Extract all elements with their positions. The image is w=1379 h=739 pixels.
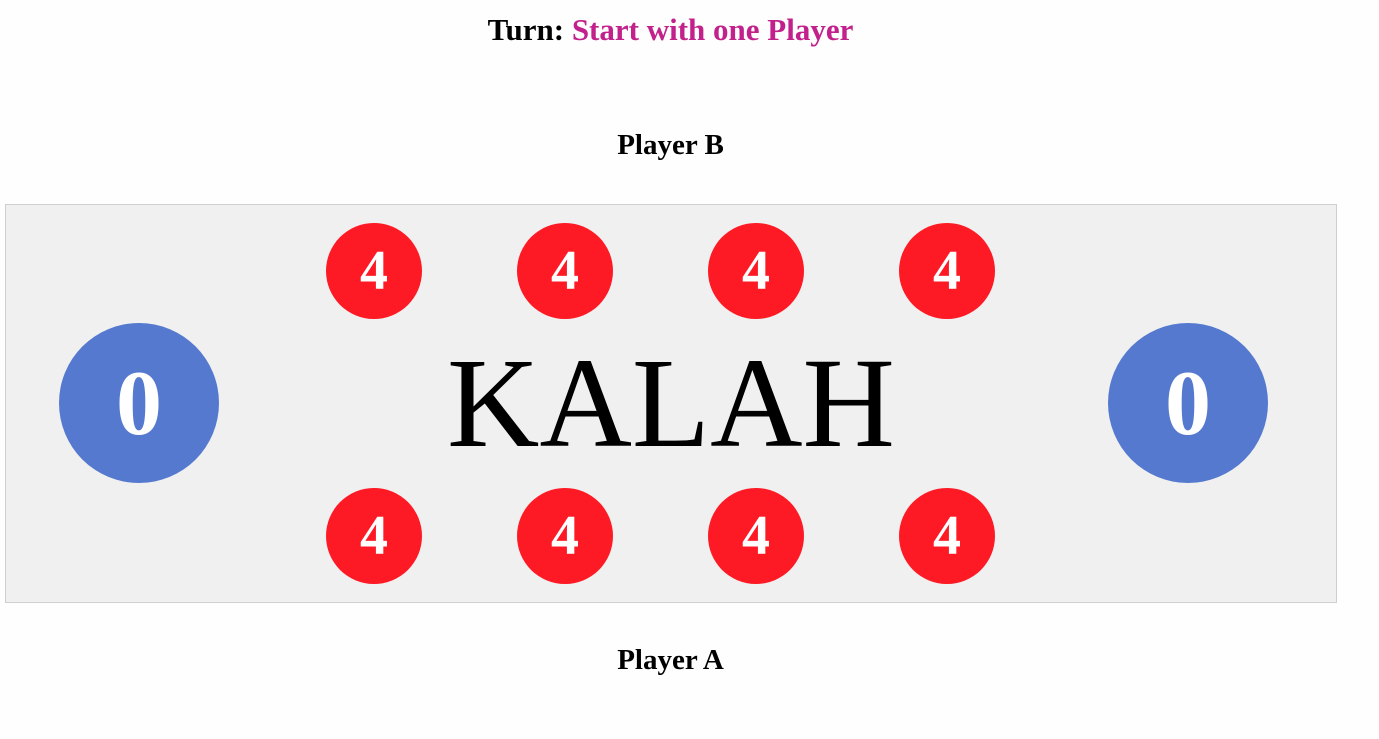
pit-b-4[interactable]: 4 [899, 223, 995, 319]
pit-a-1[interactable]: 4 [326, 488, 422, 584]
player-b-label: Player B [617, 129, 724, 161]
pit-a-2[interactable]: 4 [517, 488, 613, 584]
turn-label: Turn: [487, 12, 565, 47]
pit-a-4[interactable]: 4 [899, 488, 995, 584]
pit-b-3[interactable]: 4 [708, 223, 804, 319]
pit-b-2[interactable]: 4 [517, 223, 613, 319]
turn-value: Start with one Player [571, 12, 854, 47]
pit-b-1[interactable]: 4 [326, 223, 422, 319]
board-title-text: KALAH [447, 332, 895, 474]
kalah-board: 0 0 KALAH 4 4 4 4 4 4 4 4 [5, 204, 1337, 603]
turn-indicator: Turn: Start with one Player [0, 8, 1341, 52]
board-title: KALAH [6, 333, 1336, 473]
pit-a-3[interactable]: 4 [708, 488, 804, 584]
player-a-label: Player A [617, 644, 724, 676]
